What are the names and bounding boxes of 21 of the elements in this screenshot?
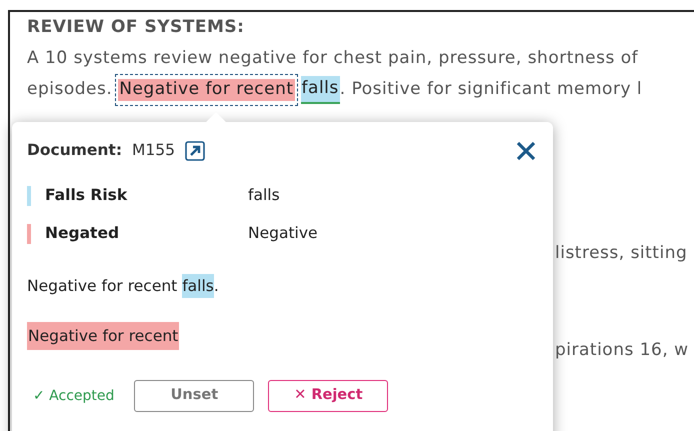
body-text: episodes. [27, 78, 112, 102]
sentence-text: Negative for recent falls. [27, 272, 538, 300]
attribute-label: Falls Risk [45, 185, 128, 206]
highlighted-phrase[interactable]: falls [300, 76, 340, 104]
document-id: M155 [132, 140, 176, 162]
close-button[interactable] [515, 140, 537, 162]
action-button[interactable]: ✕ Reject [268, 380, 388, 412]
attribute-value: falls [248, 185, 280, 206]
status-label: ✓ Accepted [33, 386, 114, 406]
body-text: listress, sitting [554, 242, 688, 265]
action-button[interactable]: Unset [134, 380, 254, 412]
document-label: Document: [27, 140, 122, 162]
body-text: A 10 systems review negative for chest pain, pressure, shortness of [27, 47, 640, 70]
highlighted-excerpt: Negative for recent [27, 322, 180, 350]
highlighted-phrase[interactable]: Negative for recent [118, 79, 295, 102]
section-heading: REVIEW OF SYSTEMS: [27, 16, 246, 39]
attribute-value: Negative [248, 223, 318, 244]
body-text: pirations 16, w [554, 339, 689, 362]
body-text: . Positive for significant memory l [340, 78, 642, 102]
open-link-icon[interactable] [185, 141, 206, 161]
attribute-label: Negated [45, 223, 120, 244]
